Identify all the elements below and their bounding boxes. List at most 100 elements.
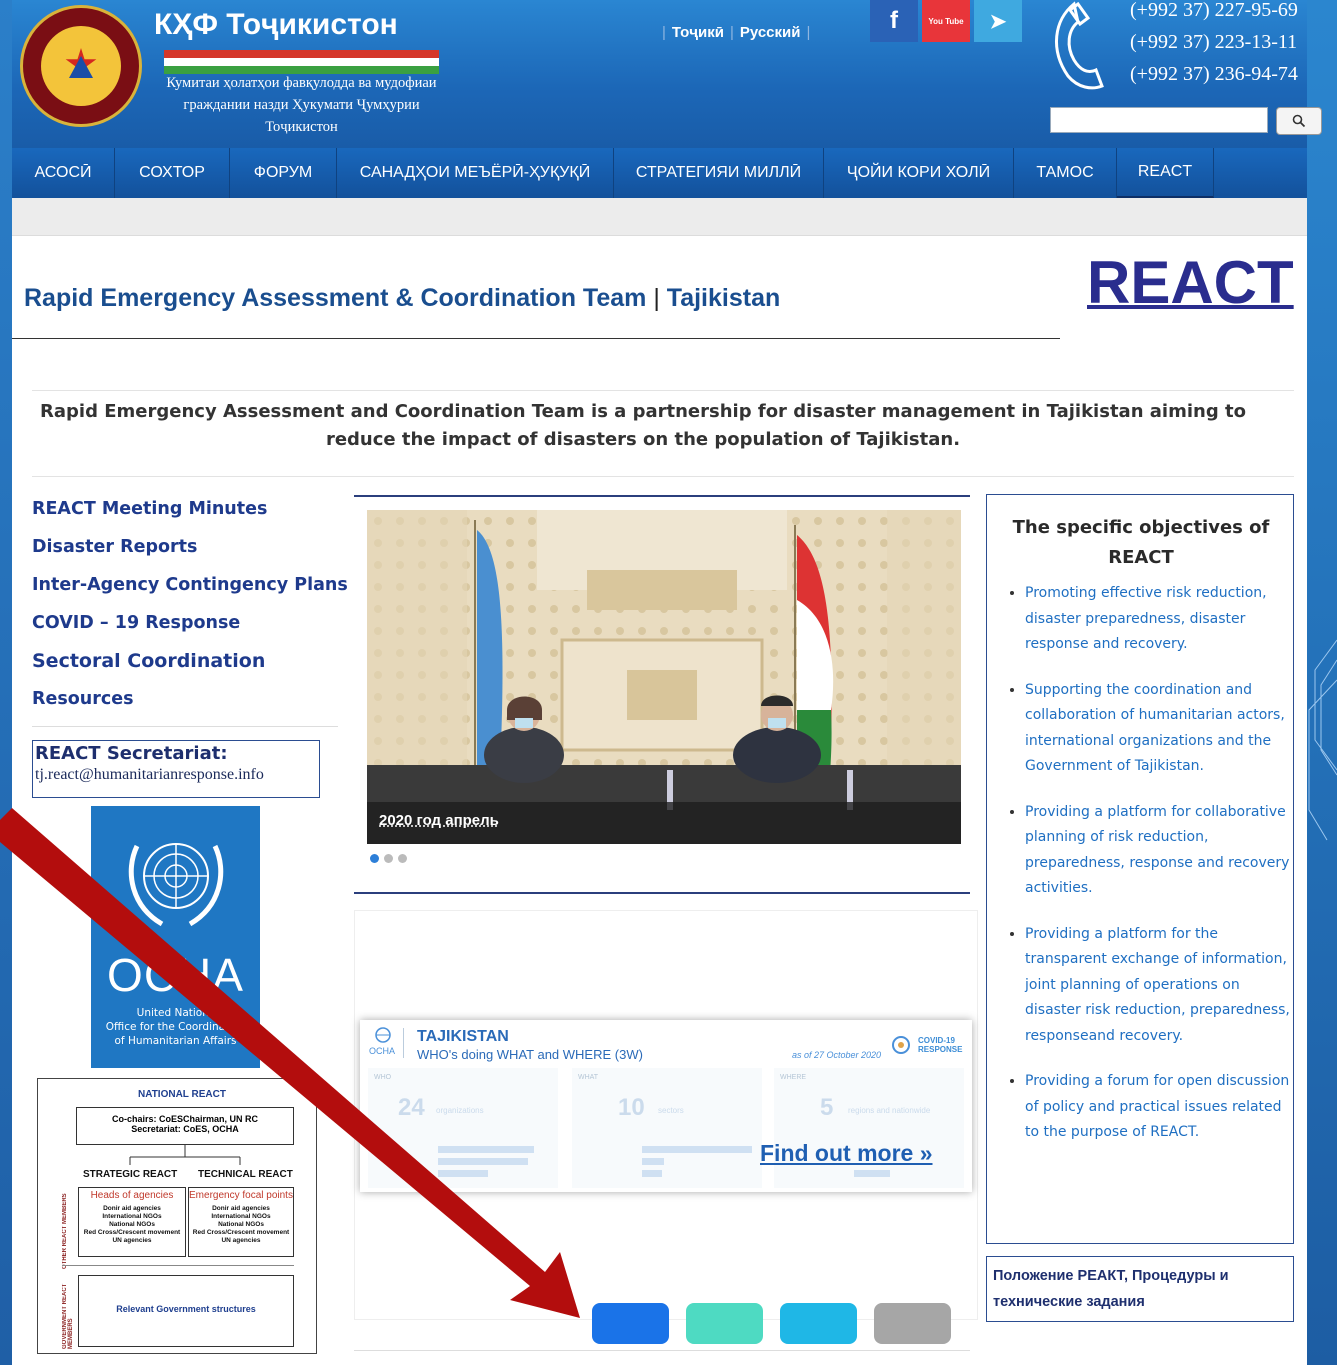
phone-number: (+992 37) 227-95-69: [1130, 0, 1298, 21]
secretariat-title: REACT Secretariat:: [35, 743, 228, 764]
position-document-link[interactable]: Положение РЕАКТ, Процедуры и технические…: [986, 1256, 1294, 1322]
member-type: Red Cross/Crescent movement: [83, 1229, 181, 1236]
divider: [354, 892, 970, 894]
column-big-label: organizations: [436, 1106, 484, 1115]
sidebar-link-sectoral-coordination[interactable]: Sectoral Coordination: [32, 646, 348, 684]
find-out-more-link[interactable]: Find out more »: [760, 1140, 933, 1167]
search-button[interactable]: [1276, 107, 1322, 135]
youtube-icon[interactable]: You Tube: [922, 0, 970, 42]
carousel-dot[interactable]: [398, 854, 407, 863]
member-type: National NGOs: [218, 1221, 264, 1228]
sidebar-link-disaster-reports[interactable]: Disaster Reports: [32, 532, 348, 570]
share-button-grey[interactable]: [874, 1303, 951, 1344]
objective-item: Supporting the coordination and collabor…: [1025, 678, 1297, 780]
page-title-separator: |: [653, 284, 660, 312]
react-structure-diagram[interactable]: NATIONAL REACT Co-chairs: CoESChairman, …: [37, 1078, 317, 1354]
sidebar-link-contingency-plans[interactable]: Inter-Agency Contingency Plans: [32, 570, 348, 608]
sidebar-links: REACT Meeting Minutes Disaster Reports I…: [32, 494, 348, 722]
covid-response-badge: COVID-19 RESPONSE: [888, 1032, 962, 1060]
3w-date: as of 27 October 2020: [792, 1050, 882, 1060]
share-button-teal[interactable]: [686, 1303, 763, 1344]
carousel-pagination: [370, 854, 407, 863]
nav-item-legal-docs[interactable]: САНАДҲОИ МЕЪЁРӢ-ҲУҚУҚӢ: [337, 148, 614, 198]
strategic-box: Heads of agencies Donir aid agencies Int…: [78, 1187, 186, 1257]
strategic-react-label: STRATEGIC REACT: [83, 1169, 178, 1180]
bar: [854, 1170, 890, 1177]
member-type: International NGOs: [102, 1213, 162, 1220]
nav-item-structure[interactable]: СОХТОР: [115, 148, 230, 198]
government-members-label: GOVERNMENT REACT MEMBERS: [62, 1283, 74, 1349]
site-title[interactable]: КҲФ Тоҷикистон: [154, 8, 398, 42]
nav-item-forum[interactable]: ФОРУМ: [230, 148, 337, 198]
magnifier-icon: [1292, 114, 1306, 128]
bar: [642, 1158, 664, 1165]
divider: [403, 1028, 404, 1058]
page-title-country: Tajikistan: [666, 284, 781, 312]
3w-column-who: WHO 24 organizations: [368, 1068, 558, 1188]
divider: [62, 1265, 294, 1266]
heading-divider: [12, 338, 1060, 339]
member-type: UN agencies: [221, 1237, 261, 1244]
phone-icon: [1055, 1, 1104, 90]
secretariat-box: REACT Secretariat: tj.react@humanitarian…: [32, 740, 320, 798]
ocha-tagline-line: Office for the Coordination: [105, 1021, 246, 1033]
share-button-blue[interactable]: [592, 1303, 669, 1344]
sidebar-link-meeting-minutes[interactable]: REACT Meeting Minutes: [32, 494, 348, 532]
telegram-icon[interactable]: ➤: [974, 0, 1022, 42]
member-type: Donir aid agencies: [212, 1205, 270, 1212]
secretariat-email-link[interactable]: tj.react@humanitarianresponse.info: [35, 766, 319, 784]
heads-label: Heads of agencies: [90, 1190, 174, 1201]
ocha-tagline-line: United Nations: [136, 1007, 215, 1019]
member-type: Red Cross/Crescent movement: [192, 1229, 290, 1236]
carousel-caption-bar: 2020 год апрель: [367, 802, 961, 844]
3w-subtitle: WHO's doing WHAT and WHERE (3W): [417, 1047, 643, 1062]
technical-box: Emergency focal points Donir aid agencie…: [188, 1187, 294, 1257]
nav-item-contact[interactable]: ТАМОС: [1014, 148, 1117, 198]
page-title-main: Rapid Emergency Assessment & Coordinatio…: [24, 284, 647, 312]
objectives-list: Promoting effective risk reduction, disa…: [1005, 581, 1297, 1166]
sidebar-link-resources[interactable]: Resources: [32, 684, 348, 722]
image-carousel[interactable]: 2020 год апрель: [367, 510, 961, 844]
bar: [438, 1170, 488, 1177]
phone-number: (+992 37) 223-13-11: [1130, 31, 1298, 53]
facebook-icon[interactable]: f: [870, 0, 918, 42]
divider: [32, 476, 1294, 477]
site-header: КҲФ Тоҷикистон Кумитаи ҳолатҳои фавқулод…: [12, 0, 1322, 148]
breadcrumb-band: [12, 198, 1307, 236]
ocha-logo[interactable]: OCHA United Nations Office for the Coord…: [91, 806, 260, 1068]
emergency-committee-logo[interactable]: [20, 5, 142, 127]
nav-item-national-strategy[interactable]: СТРАТЕГИЯИ МИЛЛӢ: [614, 148, 824, 198]
phone-list: (+992 37) 227-95-69 (+992 37) 223-13-11 …: [1130, 0, 1298, 90]
main-nav: АСОСӢ СОХТОР ФОРУМ САНАДҲОИ МЕЪЁРӢ-ҲУҚУҚ…: [12, 148, 1307, 198]
search-input[interactable]: [1050, 107, 1268, 133]
3w-dashboard-card[interactable]: OCHA TAJIKISTAN WHO's doing WHAT and WHE…: [360, 1020, 972, 1192]
government-box: Relevant Government structures: [78, 1275, 294, 1347]
nav-item-home[interactable]: АСОСӢ: [12, 148, 115, 198]
divider: [32, 726, 338, 727]
member-type: UN agencies: [112, 1237, 152, 1244]
focal-label: Emergency focal points: [189, 1190, 293, 1201]
meeting-photo: [367, 510, 961, 844]
objective-item: Promoting effective risk reduction, disa…: [1025, 581, 1297, 658]
react-logo[interactable]: REACT: [1087, 248, 1294, 317]
member-type: International NGOs: [211, 1213, 271, 1220]
intro-text: Rapid Emergency Assessment and Coordinat…: [40, 401, 1246, 450]
sidebar-link-covid-response[interactable]: COVID – 19 Response: [32, 608, 348, 646]
share-button-cyan[interactable]: [780, 1303, 857, 1344]
nav-item-react[interactable]: REACT: [1117, 148, 1214, 198]
member-type: Donir aid agencies: [103, 1205, 161, 1212]
carousel-dot[interactable]: [370, 854, 379, 863]
3w-column-what: WHAT 10 sectors: [572, 1068, 762, 1188]
lang-russian[interactable]: Русский: [734, 24, 807, 41]
carousel-caption[interactable]: 2020 год апрель: [379, 812, 499, 829]
bar: [438, 1146, 534, 1153]
flag-stripes: [164, 50, 439, 74]
nav-item-vacancies[interactable]: ҶОЙИ КОРИ ХОЛӢ: [824, 148, 1014, 198]
phone-number: (+992 37) 236-94-74: [1130, 63, 1298, 85]
ocha-tagline: United Nations Office for the Coordinati…: [91, 1006, 260, 1048]
column-title: WHERE: [780, 1074, 807, 1081]
carousel-dot[interactable]: [384, 854, 393, 863]
3w-country: TAJIKISTAN: [417, 1028, 509, 1045]
site-subtitle: Кумитаи ҳолатҳои фавқулодда ва мудофиаи …: [166, 75, 437, 135]
lang-tajik[interactable]: Тоҷикӣ: [666, 24, 730, 41]
